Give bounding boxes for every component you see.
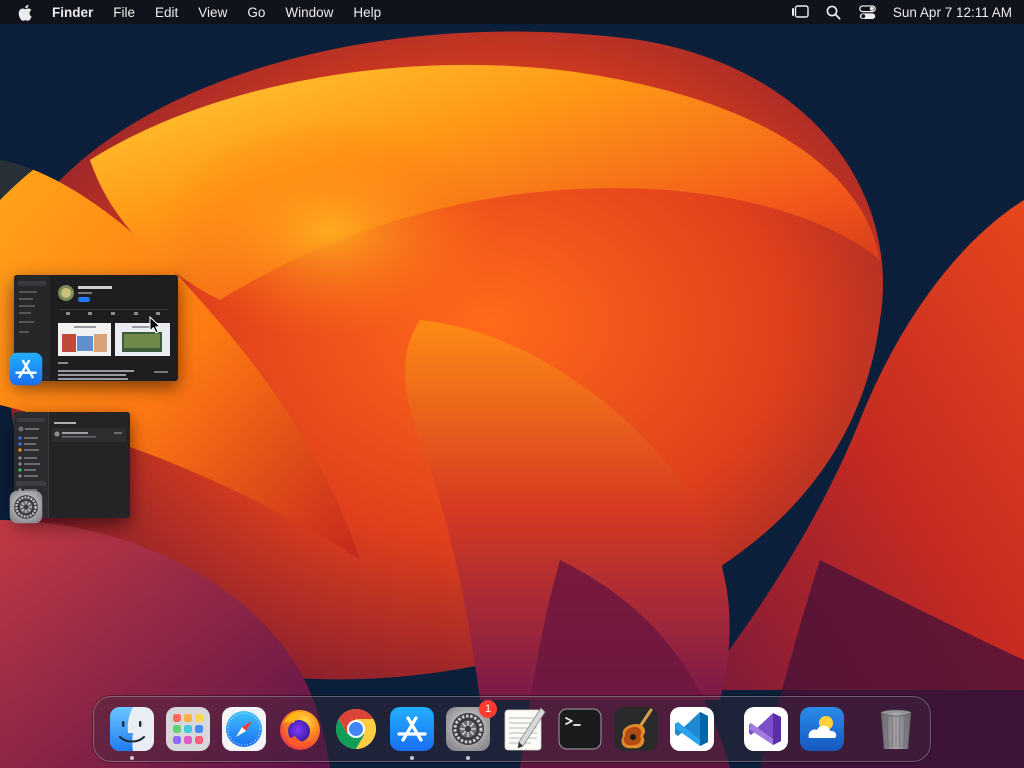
- menu-bar: Finder File Edit View Go Window Help Sun…: [0, 0, 1024, 24]
- stage-manager-app-store-icon[interactable]: [9, 352, 43, 386]
- dock-item-visual-studio[interactable]: [743, 706, 789, 752]
- trash-icon: [880, 709, 912, 749]
- dock-item-terminal[interactable]: [557, 706, 603, 752]
- finder-icon: [110, 707, 154, 751]
- textedit-icon: [504, 707, 546, 751]
- control-center-icon[interactable]: [857, 3, 879, 21]
- menubar-clock[interactable]: Sun Apr 7 12:11 AM: [893, 5, 1012, 20]
- menu-file[interactable]: File: [113, 5, 135, 20]
- system-settings-icon: [9, 490, 43, 524]
- menu-view[interactable]: View: [198, 5, 227, 20]
- dock-item-chrome[interactable]: [333, 706, 379, 752]
- dock-item-firefox[interactable]: [277, 706, 323, 752]
- menu-window[interactable]: Window: [285, 5, 333, 20]
- dock-item-system-settings[interactable]: 1: [445, 700, 497, 760]
- app-store-icon: [9, 352, 43, 386]
- dock-item-finder[interactable]: [109, 706, 155, 760]
- app-store-icon: [390, 707, 434, 751]
- safari-icon: [222, 707, 266, 751]
- desktop-wallpaper: [0, 0, 1024, 768]
- terminal-icon: [558, 708, 602, 750]
- menu-go[interactable]: Go: [247, 5, 265, 20]
- stage-manager-icon[interactable]: [789, 3, 811, 21]
- launchpad-icon: [166, 707, 210, 751]
- vscode-icon: [670, 707, 714, 751]
- menu-edit[interactable]: Edit: [155, 5, 178, 20]
- menu-app-name[interactable]: Finder: [52, 5, 93, 20]
- dock: 1: [93, 696, 931, 762]
- apple-menu-icon[interactable]: [18, 3, 34, 21]
- notification-badge: 1: [479, 700, 497, 718]
- firefox-icon: [280, 710, 320, 750]
- desktop[interactable]: Finder File Edit View Go Window Help Sun…: [0, 0, 1024, 768]
- chrome-icon: [336, 709, 376, 749]
- mouse-cursor-icon: [149, 316, 161, 334]
- spotlight-search-icon[interactable]: [823, 3, 845, 21]
- running-indicator: [130, 756, 134, 760]
- stage-manager-system-settings-icon[interactable]: [9, 490, 43, 524]
- dock-item-safari[interactable]: [221, 706, 267, 752]
- dock-item-garageband[interactable]: [613, 706, 659, 752]
- dock-item-trash[interactable]: [873, 706, 919, 752]
- dock-item-weather[interactable]: [799, 706, 845, 752]
- weather-icon: [800, 707, 844, 751]
- dock-item-launchpad[interactable]: [165, 706, 211, 752]
- dock-item-textedit[interactable]: [501, 706, 547, 752]
- visual-studio-icon: [744, 707, 788, 751]
- dock-item-vscode[interactable]: [669, 706, 715, 752]
- dock-item-app-store[interactable]: [389, 706, 435, 760]
- garageband-icon: [614, 707, 658, 751]
- menu-help[interactable]: Help: [353, 5, 381, 20]
- running-indicator: [410, 756, 414, 760]
- running-indicator: [466, 756, 470, 760]
